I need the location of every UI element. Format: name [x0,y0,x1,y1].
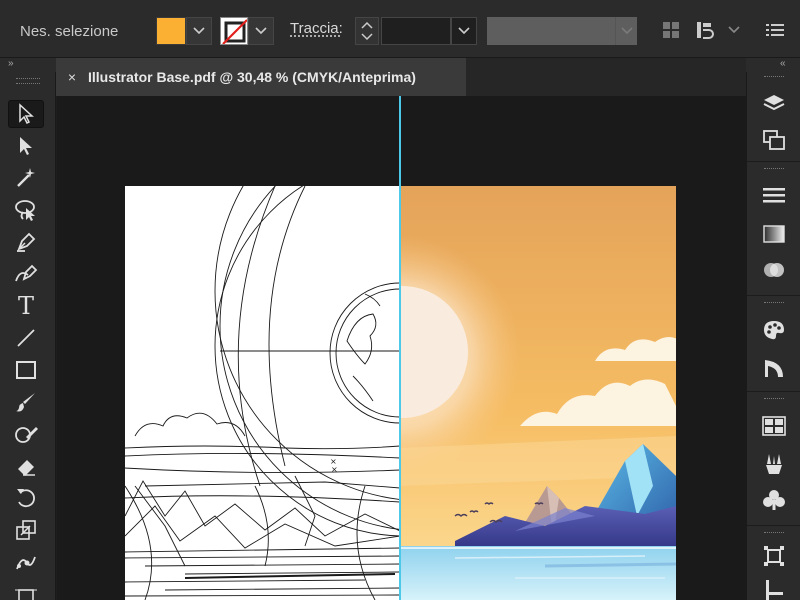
tools-panel: T [0,72,56,600]
selection-tool-icon[interactable] [8,100,44,128]
group-grip [764,76,784,80]
document-tab-bar: × Illustrator Base.pdf @ 30,48 % (CMYK/A… [56,58,746,96]
profile-dropdown[interactable] [615,17,637,45]
swatches-icon[interactable] [758,412,790,440]
paintbrush-tool-icon[interactable] [8,388,44,416]
align-icon[interactable] [758,542,790,570]
chevron-down-icon [255,27,267,35]
group-grip [764,302,784,306]
document-title: Illustrator Base.pdf @ 30,48 % (CMYK/Ant… [88,69,416,85]
panel-group [747,528,800,600]
panel-group [747,298,800,392]
magic-wand-tool-icon[interactable] [8,164,44,192]
artboards-icon[interactable] [758,126,790,154]
fill-color-swatch[interactable] [156,17,186,45]
scale-tool-icon[interactable] [8,516,44,544]
line-tool-icon[interactable] [8,324,44,352]
brushes-icon[interactable] [758,450,790,478]
panel-dock [746,72,800,600]
panel-group [747,394,800,526]
variable-width-profile[interactable] [487,17,615,45]
lasso-tool-icon[interactable] [8,196,44,224]
chevron-down-icon[interactable] [726,19,742,41]
gradient-icon[interactable] [758,220,790,248]
control-bar: Nes. selezione Traccia: [0,0,800,58]
type-tool-icon[interactable]: T [8,292,44,320]
group-grip [764,398,784,402]
shaper-tool-icon[interactable] [8,420,44,448]
svg-text:×: × [331,465,338,474]
panel-group [747,164,800,296]
fill-dropdown-button[interactable] [186,17,212,45]
align-grid-icon[interactable] [660,19,682,41]
stroke-weight-stepper[interactable] [355,17,379,45]
layers-icon[interactable] [758,90,790,118]
split-view-guide[interactable] [399,96,401,600]
stroke-panel-icon[interactable] [758,182,790,210]
group-grip [764,168,784,172]
right-collapse-toggle[interactable]: « [746,58,800,72]
pen-tool-icon[interactable] [8,228,44,256]
eraser-tool-icon[interactable] [8,452,44,480]
chevron-down-icon [620,27,633,35]
color-palette-icon[interactable] [758,316,790,344]
canvas-area[interactable]: × × [57,96,746,600]
puppet-warp-tool-icon[interactable] [8,548,44,576]
chevron-down-icon [458,27,470,35]
transform-panel-icon[interactable] [758,576,790,600]
transparency-icon[interactable] [758,256,790,284]
close-icon[interactable]: × [56,69,88,85]
document-tab[interactable]: × Illustrator Base.pdf @ 30,48 % (CMYK/A… [56,58,466,96]
stroke-weight-dropdown[interactable] [451,17,477,45]
curvature-tool-icon[interactable] [8,260,44,288]
chevron-down-icon [193,27,205,35]
panel-group [747,72,800,162]
menu-list-icon[interactable] [764,19,786,41]
stroke-color-swatch[interactable] [220,17,248,45]
rotate-tool-icon[interactable] [8,484,44,512]
group-grip [764,532,784,536]
stroke-dropdown-button[interactable] [248,17,274,45]
selection-status: Nes. selezione [20,22,119,40]
rectangle-tool-icon[interactable] [8,356,44,384]
stroke-weight-input[interactable] [381,17,451,45]
direct-selection-tool-icon[interactable] [8,132,44,160]
transform-icon[interactable] [694,19,720,41]
artboard-tool-icon[interactable] [8,580,44,600]
color-guide-icon[interactable] [758,354,790,382]
toolbar-grip[interactable] [16,78,40,84]
symbols-icon[interactable] [758,486,790,514]
stepper-icon [361,21,373,41]
stroke-none-icon [222,19,247,44]
stroke-label[interactable]: Traccia: [290,20,343,37]
left-collapse-toggle[interactable]: » [0,58,56,72]
